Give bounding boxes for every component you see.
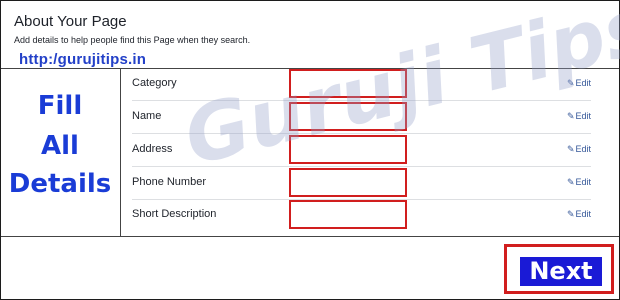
overlay-details: Details <box>8 169 112 199</box>
edit-label: Edit <box>575 209 591 219</box>
edit-label: Edit <box>575 111 591 121</box>
short-description-input[interactable] <box>289 200 407 229</box>
about-page-panel: About Your Page Add details to help peop… <box>0 0 620 300</box>
left-divider <box>120 69 121 236</box>
phone-number-input[interactable] <box>289 168 407 197</box>
edit-label: Edit <box>575 78 591 88</box>
edit-label: Edit <box>575 144 591 154</box>
field-row-name: Name ✎Edit <box>132 101 591 134</box>
pencil-icon: ✎ <box>566 78 575 88</box>
edit-link-category[interactable]: ✎Edit <box>567 78 591 89</box>
edit-link-address[interactable]: ✎Edit <box>567 144 591 155</box>
pencil-icon: ✎ <box>566 209 575 219</box>
field-label: Category <box>132 77 177 89</box>
address-input[interactable] <box>289 135 407 164</box>
field-label: Short Description <box>132 208 217 220</box>
field-row-description: Short Description ✎Edit <box>132 199 591 232</box>
field-label: Address <box>132 143 173 155</box>
site-url-label: http:/gurujitips.in <box>19 51 147 68</box>
page-subtitle: Add details to help people find this Pag… <box>14 35 251 45</box>
category-input[interactable] <box>289 69 407 98</box>
next-highlight-box: Next <box>504 244 614 294</box>
edit-link-description[interactable]: ✎Edit <box>567 209 591 220</box>
page-title: About Your Page <box>14 13 127 30</box>
overlay-all: All <box>41 131 79 161</box>
field-row-category: Category ✎Edit <box>132 68 591 101</box>
field-row-phone: Phone Number ✎Edit <box>132 167 591 200</box>
name-input[interactable] <box>289 102 407 131</box>
field-label: Name <box>132 110 162 122</box>
edit-link-name[interactable]: ✎Edit <box>567 111 591 122</box>
edit-label: Edit <box>575 177 591 187</box>
next-button[interactable]: Next <box>520 257 602 286</box>
field-row-address: Address ✎Edit <box>132 134 591 167</box>
field-label: Phone Number <box>132 176 206 188</box>
bottom-divider <box>1 236 619 237</box>
pencil-icon: ✎ <box>566 111 575 121</box>
pencil-icon: ✎ <box>566 144 575 154</box>
pencil-icon: ✎ <box>566 177 575 187</box>
overlay-fill: Fill <box>37 91 83 121</box>
edit-link-phone[interactable]: ✎Edit <box>567 177 591 188</box>
